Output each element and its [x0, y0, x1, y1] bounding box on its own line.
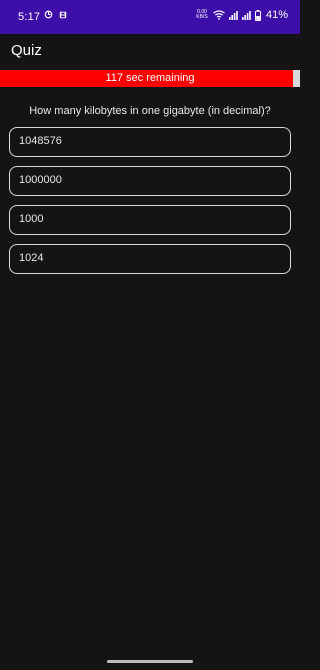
storage-icon: [59, 11, 67, 19]
answer-option-1[interactable]: 1048576: [9, 127, 291, 157]
sync-icon: [44, 10, 53, 19]
answer-option-3[interactable]: 1000: [9, 205, 291, 235]
status-bar: 5:17 0.00 KB/S 41%: [0, 0, 300, 34]
battery-percent: 41%: [265, 9, 288, 21]
battery-icon: [254, 9, 261, 21]
timer-label: 117 sec remaining: [105, 72, 195, 84]
answer-option-4[interactable]: 1024: [9, 244, 291, 274]
signal-icon: [241, 10, 251, 20]
net-speed-unit: KB/S: [196, 14, 208, 20]
answer-option-2[interactable]: 1000000: [9, 166, 291, 196]
wifi-icon: [213, 10, 225, 20]
timer-progress-bar: 117 sec remaining: [0, 70, 300, 87]
status-right-icons: 0.00 KB/S 41%: [195, 9, 288, 21]
page-title: Quiz: [11, 42, 42, 59]
home-indicator[interactable]: [107, 660, 193, 663]
status-left-icons: [44, 10, 67, 19]
question-text: How many kilobytes in one gigabyte (in d…: [29, 105, 271, 117]
app-bar: Quiz: [0, 34, 300, 68]
status-time: 5:17: [18, 11, 41, 23]
answer-list: 1048576 1000000 1000 1024: [9, 127, 291, 283]
signal-icon: [228, 10, 238, 20]
net-speed-indicator: 0.00 KB/S: [195, 10, 209, 20]
